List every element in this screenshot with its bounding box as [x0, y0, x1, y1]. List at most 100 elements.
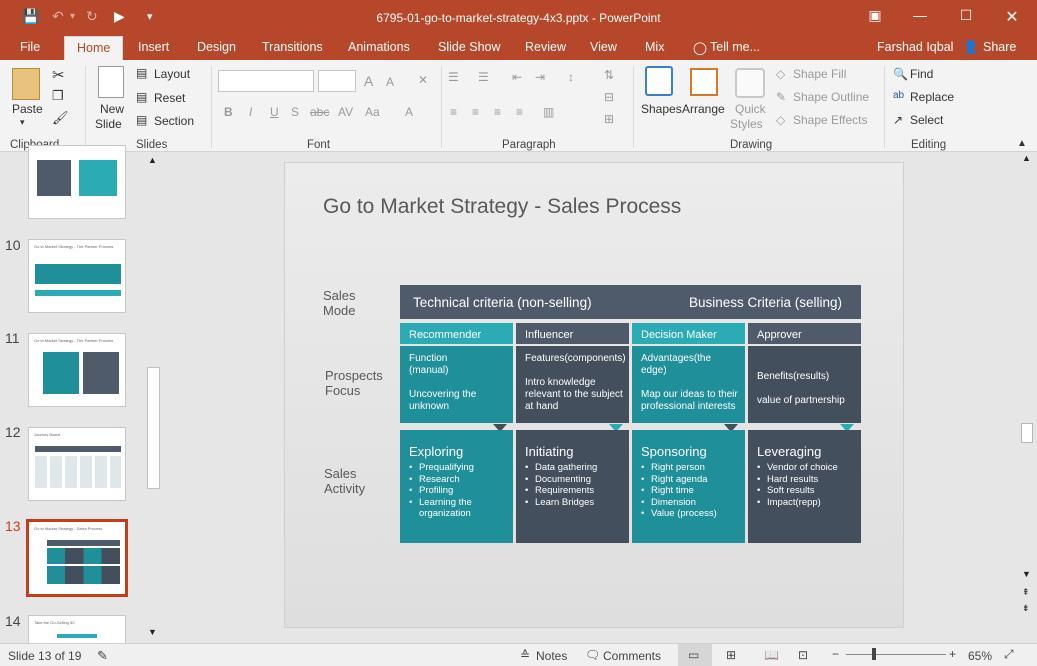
quick-styles-1[interactable]: Quick — [735, 102, 766, 116]
decrease-font-icon[interactable]: A — [386, 75, 394, 89]
tab-insert[interactable]: Insert — [138, 40, 169, 54]
char-spacing-icon[interactable]: AV — [338, 105, 353, 119]
tab-review[interactable]: Review — [525, 40, 566, 54]
shapes-button[interactable]: Shapes — [641, 102, 682, 116]
scroll-down-icon[interactable]: ▼ — [1022, 569, 1031, 579]
new-slide-button-1[interactable]: New — [100, 102, 124, 116]
customize-quick-access-icon[interactable]: ▾ — [147, 10, 153, 23]
arrange-icon[interactable] — [690, 68, 718, 96]
tab-transitions[interactable]: Transitions — [262, 40, 323, 54]
reset-button[interactable]: Reset — [154, 91, 185, 105]
select-button[interactable]: Select — [910, 113, 943, 127]
italic-icon[interactable]: I — [249, 105, 252, 119]
fit-to-window-icon[interactable]: ⤢ — [1004, 647, 1014, 662]
shape-fill-button[interactable]: Shape Fill — [793, 67, 846, 81]
decrease-indent-icon[interactable]: ⇤ — [512, 70, 522, 84]
find-button[interactable]: Find — [910, 67, 933, 81]
text-direction-icon[interactable]: ⇅ — [604, 68, 614, 82]
tab-animations[interactable]: Animations — [348, 40, 410, 54]
undo-dropdown-icon[interactable]: ▾ — [70, 11, 75, 22]
section-button[interactable]: Section — [154, 114, 194, 128]
start-from-beginning-icon[interactable]: ▶ — [114, 8, 125, 25]
notes-button[interactable]: Notes — [536, 649, 567, 663]
share-button[interactable]: Share — [983, 40, 1016, 54]
thumbnail-12[interactable]: Journey Board — [28, 427, 126, 501]
shape-effects-button[interactable]: Shape Effects — [793, 113, 868, 127]
reading-view-icon[interactable]: 📖 — [764, 648, 779, 662]
slideshow-icon[interactable]: ⊡ — [798, 648, 808, 662]
maximize-icon[interactable]: ☐ — [956, 7, 976, 24]
slide-title[interactable]: Go to Market Strategy - Sales Process — [323, 195, 681, 219]
change-case-icon[interactable]: Aa — [365, 105, 380, 119]
copy-icon[interactable]: ❐ — [52, 88, 64, 104]
underline-icon[interactable]: U — [270, 105, 279, 119]
increase-font-icon[interactable]: A — [364, 73, 373, 89]
font-size-select[interactable] — [318, 70, 356, 92]
align-text-icon[interactable]: ⊟ — [604, 90, 614, 104]
align-center-icon[interactable]: ≡ — [472, 105, 479, 119]
tab-slide-show[interactable]: Slide Show — [438, 40, 501, 54]
increase-indent-icon[interactable]: ⇥ — [535, 70, 545, 84]
shadow-icon[interactable]: S — [291, 105, 299, 119]
slide-sorter-icon[interactable]: ⊞ — [726, 648, 736, 662]
tell-me-box[interactable]: Tell me... — [710, 40, 760, 54]
close-icon[interactable]: ✕ — [1002, 7, 1022, 27]
slide-scrollbar[interactable]: ▲ ▼ ⇞ ⇟ — [1019, 153, 1035, 643]
comments-button[interactable]: Comments — [603, 649, 661, 663]
paste-icon[interactable] — [12, 68, 40, 100]
numbering-icon[interactable]: ☰ — [478, 70, 489, 84]
replace-button[interactable]: Replace — [910, 90, 954, 104]
clear-format-icon[interactable]: ✕ — [418, 73, 428, 87]
font-color-icon[interactable]: A — [405, 105, 413, 119]
user-name[interactable]: Farshad Iqbal — [877, 40, 953, 54]
justify-icon[interactable]: ≡ — [516, 105, 523, 119]
redo-icon[interactable]: ↻ — [86, 8, 98, 25]
bullets-icon[interactable]: ☰ — [448, 70, 459, 84]
thumbnail-scroll-thumb[interactable] — [147, 367, 160, 489]
thumbnail-9[interactable] — [28, 145, 126, 219]
new-slide-icon[interactable] — [98, 66, 124, 98]
spell-check-icon[interactable]: ✎ — [97, 648, 108, 664]
tab-design[interactable]: Design — [197, 40, 236, 54]
shape-outline-button[interactable]: Shape Outline — [793, 90, 869, 104]
slide-scroll-thumb[interactable] — [1021, 423, 1033, 443]
tab-mix[interactable]: Mix — [645, 40, 664, 54]
next-slide-icon[interactable]: ⇟ — [1022, 603, 1030, 614]
bold-icon[interactable]: B — [224, 105, 233, 119]
tab-file[interactable]: File — [20, 40, 40, 54]
quick-styles-icon[interactable] — [735, 68, 765, 98]
columns-icon[interactable]: ▥ — [543, 105, 554, 119]
thumbnail-11[interactable]: Go to Market Strategy - The Partner Proc… — [28, 333, 126, 407]
new-slide-button-2[interactable]: Slide — [95, 117, 122, 131]
scroll-up-icon[interactable]: ▲ — [1022, 153, 1031, 163]
line-spacing-icon[interactable]: ↕ — [568, 70, 574, 84]
collapse-ribbon-icon[interactable]: ▲ — [1017, 138, 1027, 149]
layout-button[interactable]: Layout — [154, 67, 190, 81]
tab-home[interactable]: Home — [64, 36, 124, 60]
undo-icon[interactable]: ↶ — [52, 8, 64, 25]
zoom-level[interactable]: 65% — [968, 649, 992, 663]
thumbnail-scrollbar[interactable]: ▲ ▼ — [146, 155, 161, 640]
smartart-icon[interactable]: ⊞ — [604, 112, 614, 126]
quick-styles-2[interactable]: Styles — [730, 117, 763, 131]
minimize-icon[interactable]: — — [910, 7, 930, 23]
align-left-icon[interactable]: ≡ — [450, 105, 457, 119]
thumbnail-10[interactable]: Go to Market Strategy - The Partner Proc… — [28, 239, 126, 313]
zoom-in-icon[interactable]: + — [949, 647, 956, 661]
font-family-select[interactable] — [218, 70, 314, 92]
format-painter-icon[interactable]: 🖌 — [52, 110, 69, 126]
ribbon-display-options-icon[interactable]: ▣ — [865, 7, 885, 24]
thumbnail-13[interactable]: Go to Market Strategy - Sales Process — [26, 519, 128, 597]
arrange-button[interactable]: Arrange — [682, 102, 725, 116]
previous-slide-icon[interactable]: ⇞ — [1022, 587, 1030, 598]
tab-view[interactable]: View — [590, 40, 617, 54]
shapes-icon[interactable] — [645, 66, 673, 96]
zoom-out-icon[interactable]: − — [832, 647, 839, 661]
strikethrough-icon[interactable]: abc — [310, 105, 329, 119]
scroll-down-icon[interactable]: ▼ — [148, 627, 157, 637]
save-icon[interactable]: 💾 — [22, 8, 39, 25]
scroll-up-icon[interactable]: ▲ — [148, 155, 157, 165]
cut-icon[interactable]: ✂ — [52, 66, 65, 84]
align-right-icon[interactable]: ≡ — [494, 105, 501, 119]
paste-button[interactable]: Paste — [12, 102, 43, 116]
